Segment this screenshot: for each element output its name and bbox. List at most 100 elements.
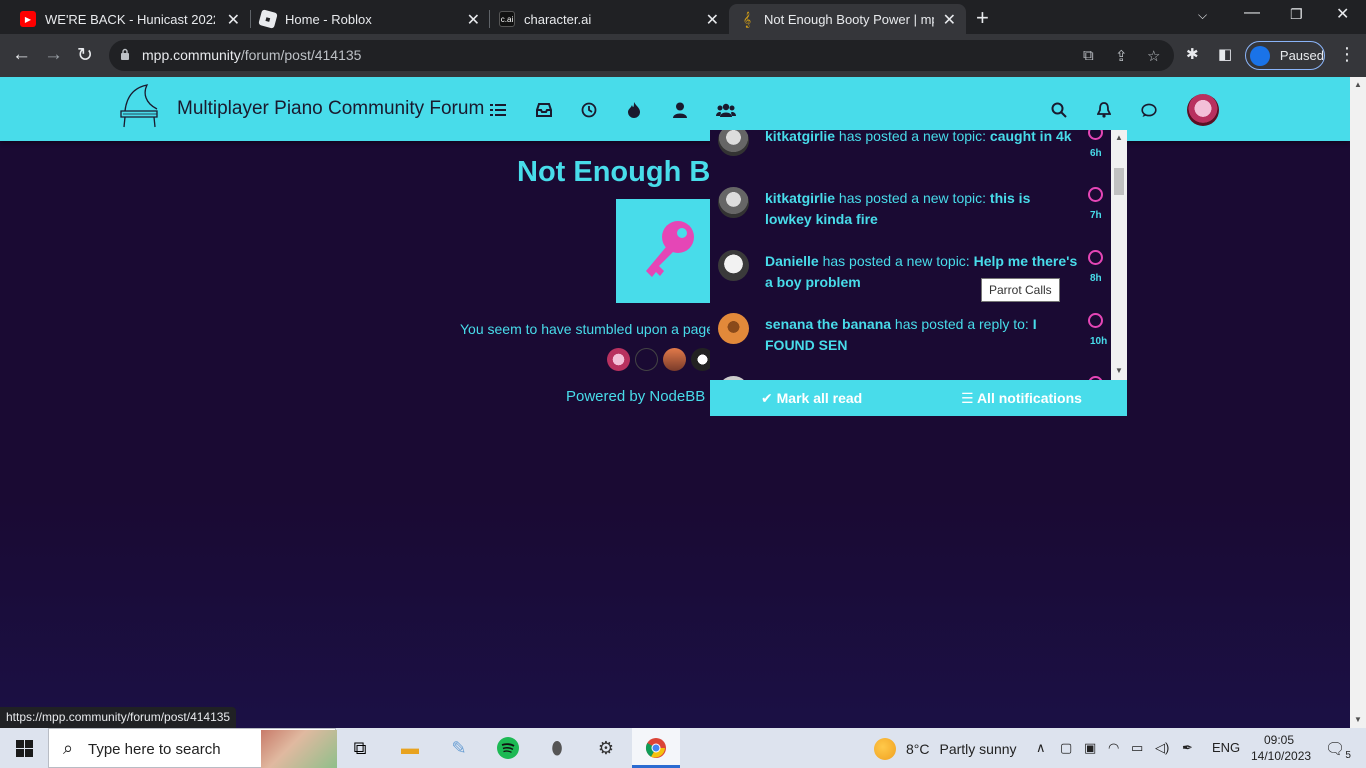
browser-tab-characterai[interactable]: c.ai character.ai ✕	[489, 4, 729, 34]
restore-button[interactable]: ❐	[1290, 6, 1303, 23]
taskbar-search[interactable]: ⌕ Type here to search	[48, 728, 337, 768]
mpp-icon: 𝄞	[742, 10, 752, 27]
mark-read-circle-icon[interactable]	[1088, 313, 1103, 328]
forward-arrow-icon[interactable]: →	[44, 44, 63, 66]
notification-item[interactable]: kitkatgirlie has posted a new topic: cau…	[710, 130, 1111, 183]
avatar[interactable]	[635, 348, 658, 371]
file-explorer-icon[interactable]: ▬	[398, 737, 422, 759]
user-icon[interactable]	[671, 101, 689, 119]
meet-now-icon[interactable]: ▢	[1060, 740, 1072, 756]
close-window-button[interactable]: ✕	[1336, 4, 1349, 24]
address-bar[interactable]: mpp.community/forum/post/414135 ⧉ ⇪ ☆	[109, 40, 1174, 71]
clock-time: 09:05	[1263, 733, 1295, 747]
scroll-down-arrow-icon[interactable]: ▼	[1354, 715, 1362, 724]
piano-logo-icon[interactable]	[117, 83, 161, 129]
all-notifications-button[interactable]: ☰ All notifications	[961, 390, 1082, 407]
profile-status-label: Paused	[1279, 48, 1324, 63]
weather-widget[interactable]: 8°C Partly sunny	[874, 738, 1017, 760]
notification-item[interactable]: kitkatgirlie has posted a new topic: thi…	[710, 187, 1111, 249]
avatar[interactable]	[663, 348, 686, 371]
profile-paused-button[interactable]: Paused	[1245, 41, 1325, 70]
show-hidden-icons-chevron-icon[interactable]: ∧	[1036, 740, 1046, 756]
groups-icon[interactable]	[716, 101, 736, 119]
notification-time: 7h	[1090, 210, 1102, 221]
mark-read-circle-icon[interactable]	[1088, 187, 1103, 202]
search-icon[interactable]	[1050, 101, 1068, 119]
site-brand[interactable]: Multiplayer Piano Community Forum	[177, 98, 484, 120]
new-tab-button[interactable]: +	[976, 5, 989, 31]
bookmark-star-icon[interactable]: ☆	[1147, 47, 1160, 65]
recent-clock-icon[interactable]	[580, 101, 598, 119]
close-tab-icon[interactable]: ✕	[706, 10, 719, 30]
pen-icon[interactable]: ✒	[1182, 740, 1193, 756]
browser-tab-active[interactable]: 𝄞 Not Enough Booty Power | mpp. ✕	[729, 4, 966, 34]
tab-search-chevron-icon[interactable]: ⌵	[1198, 8, 1207, 23]
reload-icon[interactable]: ↻	[77, 44, 93, 67]
avatar	[718, 130, 749, 156]
screen-icon[interactable]: ▣	[1084, 740, 1096, 756]
mark-read-circle-icon[interactable]	[1088, 130, 1103, 140]
check-double-icon: ✔	[761, 390, 773, 406]
notifications-list: kitkatgirlie has posted a new topic: cau…	[710, 130, 1111, 380]
page-scrollbar[interactable]: ▲ ▼	[1350, 77, 1366, 728]
notifications-scrollbar[interactable]: ▲ ▼	[1111, 130, 1127, 380]
browser-menu-icon[interactable]: ⋮	[1338, 44, 1356, 65]
scroll-up-arrow-icon[interactable]: ▲	[1115, 133, 1123, 142]
close-tab-icon[interactable]: ✕	[227, 10, 240, 30]
spotify-icon[interactable]	[496, 737, 520, 759]
open-in-app-icon[interactable]: ⧉	[1083, 47, 1094, 64]
list-icon: ☰	[961, 390, 974, 406]
profile-avatar-icon	[1250, 45, 1270, 66]
mouse-app-icon[interactable]: ⬮	[545, 737, 569, 759]
minimize-button[interactable]: —	[1244, 4, 1260, 22]
scroll-down-arrow-icon[interactable]: ▼	[1115, 366, 1123, 375]
mark-read-circle-icon[interactable]	[1088, 250, 1103, 265]
roblox-icon: ■	[258, 9, 278, 29]
browser-tab-youtube[interactable]: ▶ WE'RE BACK - Hunicast 2022 - Y ✕	[10, 4, 250, 34]
scroll-thumb[interactable]	[1114, 168, 1124, 195]
browser-tab-roblox[interactable]: ■ Home - Roblox ✕	[250, 4, 490, 34]
powered-by-footer[interactable]: Powered by NodeBB | C	[566, 388, 728, 405]
bell-icon[interactable]	[1095, 101, 1113, 119]
weather-temp: 8°C	[906, 741, 930, 757]
notification-count-badge: 5	[1345, 750, 1351, 762]
inbox-icon[interactable]	[535, 101, 553, 119]
language-indicator[interactable]: ENG	[1212, 740, 1240, 755]
battery-icon[interactable]: ▭	[1131, 740, 1143, 756]
side-panel-icon[interactable]: ◧	[1218, 45, 1232, 63]
online-users	[607, 348, 714, 371]
categories-icon[interactable]	[489, 101, 507, 119]
tab-title: WE'RE BACK - Hunicast 2022 - Y	[45, 11, 215, 27]
notification-text: kitkatgirlie has posted a new topic: cau…	[765, 130, 1072, 144]
close-tab-icon[interactable]: ✕	[467, 10, 480, 30]
avatar[interactable]	[607, 348, 630, 371]
user-avatar-icon[interactable]	[1187, 94, 1219, 126]
browser-tab-strip: ▶ WE'RE BACK - Hunicast 2022 - Y ✕ ■ Hom…	[0, 0, 1366, 34]
extensions-puzzle-icon[interactable]: ✱	[1186, 45, 1199, 63]
chrome-taskbar-button[interactable]	[632, 728, 680, 768]
volume-icon[interactable]: ◁)	[1155, 740, 1169, 756]
notification-item[interactable]: senana the banana has posted a reply to:…	[710, 313, 1111, 375]
chat-icon[interactable]	[1140, 101, 1158, 119]
close-tab-icon[interactable]: ✕	[943, 10, 956, 30]
share-icon[interactable]: ⇪	[1115, 47, 1128, 65]
action-center-icon[interactable]: 🗨5	[1325, 739, 1351, 761]
mark-all-read-button[interactable]: ✔ Mark all read	[761, 390, 862, 407]
task-view-icon[interactable]: ⧉	[348, 737, 372, 759]
all-notifications-label: All notifications	[976, 390, 1082, 406]
windows-start-icon[interactable]	[16, 740, 33, 757]
not-found-message: You seem to have stumbled upon a page t	[460, 321, 722, 337]
wifi-icon[interactable]: ◠	[1108, 740, 1119, 756]
popular-fire-icon[interactable]	[625, 101, 643, 119]
notifications-dropdown: kitkatgirlie has posted a new topic: cau…	[710, 130, 1127, 416]
key-image	[616, 199, 712, 303]
settings-gear-icon[interactable]: ⚙	[594, 737, 618, 759]
status-bar-url: https://mpp.community/forum/post/414135	[0, 707, 237, 728]
mark-all-read-label: Mark all read	[776, 390, 863, 406]
partly-sunny-icon	[874, 738, 896, 760]
back-arrow-icon[interactable]: ←	[12, 44, 31, 66]
system-clock[interactable]: 09:05 14/10/2023	[1251, 732, 1311, 764]
scroll-up-arrow-icon[interactable]: ▲	[1354, 80, 1362, 89]
lock-icon	[121, 48, 129, 60]
paint-icon[interactable]: ✎	[447, 737, 471, 759]
